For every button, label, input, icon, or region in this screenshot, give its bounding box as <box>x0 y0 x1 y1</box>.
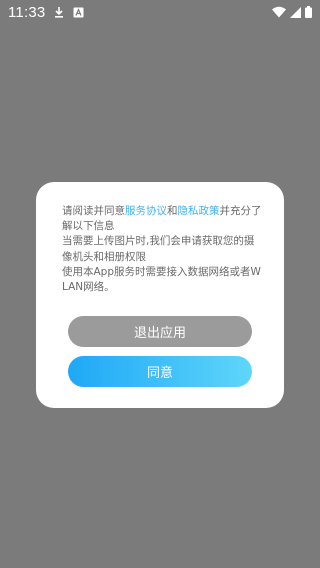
status-time: 11:33 <box>8 3 46 21</box>
text-and: 和 <box>167 205 178 217</box>
camera-permission-text: 当需要上传图片时,我们会申请获取您的摄像机头和相册权限 <box>62 235 255 263</box>
text-prefix: 请阅读并同意 <box>62 205 125 217</box>
privacy-dialog: 请阅读并同意服务协议和隐私政策并充分了解以下信息 当需要上传图片时,我们会申请获… <box>36 182 284 408</box>
wifi-icon <box>272 6 286 18</box>
signal-icon <box>290 6 301 18</box>
agree-button[interactable]: 同意 <box>68 356 252 387</box>
service-agreement-link[interactable]: 服务协议 <box>125 205 167 217</box>
download-icon <box>53 6 65 18</box>
network-permission-text: 使用本App服务时需要接入数据网络或者WLAN网络。 <box>62 265 261 294</box>
dialog-message: 请阅读并同意服务协议和隐私政策并充分了解以下信息 当需要上传图片时,我们会申请获… <box>62 204 262 295</box>
privacy-policy-link[interactable]: 隐私政策 <box>178 205 220 217</box>
status-right <box>272 6 312 18</box>
notification-a-icon <box>73 7 84 18</box>
status-bar: 11:33 <box>0 0 320 24</box>
battery-icon <box>305 6 312 18</box>
exit-app-button[interactable]: 退出应用 <box>68 316 252 347</box>
status-left: 11:33 <box>8 4 84 21</box>
